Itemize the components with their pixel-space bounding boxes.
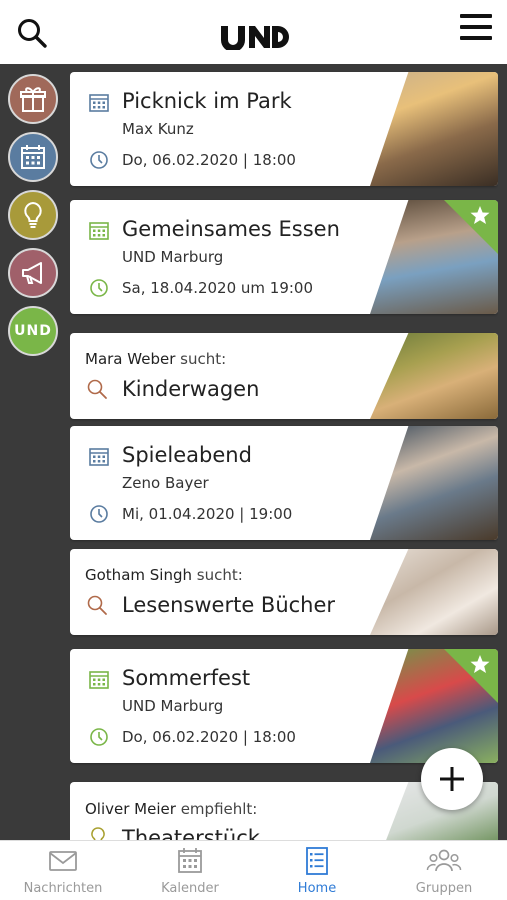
event-datetime: Do, 06.02.2020 | 18:00 <box>122 151 296 169</box>
calendar-icon <box>89 222 109 240</box>
event-datetime: Sa, 18.04.2020 um 19:00 <box>122 279 314 297</box>
event-title: Spieleabend <box>122 443 252 467</box>
rail-calendar-button[interactable] <box>8 132 58 182</box>
rail-und-button[interactable]: UND <box>8 306 58 356</box>
event-title: Picknick im Park <box>122 89 292 113</box>
clock-icon <box>90 279 108 297</box>
und-logo <box>221 26 289 50</box>
lightbulb-icon <box>24 201 42 228</box>
recommend-user: Oliver Meier <box>85 800 176 818</box>
und-logo-label: UND <box>14 323 52 339</box>
event-organizer: UND Marburg <box>122 248 224 266</box>
event-image <box>370 72 498 186</box>
recommend-user-line: Oliver Meier empfiehlt: <box>85 800 257 818</box>
search-title: Kinderwagen <box>122 377 260 401</box>
event-image <box>370 426 498 540</box>
search-card[interactable]: Gotham Singh sucht: Lesenswerte Bücher <box>70 549 498 635</box>
clock-icon <box>90 728 108 746</box>
tab-label: Gruppen <box>415 881 473 896</box>
clock-icon <box>90 505 108 523</box>
search-image <box>370 549 498 635</box>
feed-list: Picknick im Park Max Kunz Do, 06.02.2020… <box>70 64 498 840</box>
megaphone-icon <box>22 262 42 284</box>
hamburger-menu-icon[interactable] <box>460 14 492 42</box>
rail-gift-button[interactable] <box>8 74 58 124</box>
event-card[interactable]: Spieleabend Zeno Bayer Mi, 01.04.2020 | … <box>70 426 498 540</box>
search-verb: sucht: <box>196 566 243 584</box>
search-user: Mara Weber <box>85 350 176 368</box>
app-header <box>0 0 507 64</box>
event-title: Sommerfest <box>122 666 251 690</box>
calendar-icon <box>89 448 109 466</box>
lightbulb-icon <box>91 827 105 840</box>
mail-icon <box>49 851 77 871</box>
bottom-nav: Nachrichten Kalender Home Gruppen <box>0 840 507 900</box>
rail-ideas-button[interactable] <box>8 190 58 240</box>
calendar-icon <box>89 94 109 112</box>
recommend-verb: empfiehlt: <box>180 800 258 818</box>
search-card[interactable]: Mara Weber sucht: Kinderwagen <box>70 333 498 419</box>
event-card[interactable]: Gemeinsames Essen UND Marburg Sa, 18.04.… <box>70 200 498 314</box>
search-user-line: Mara Weber sucht: <box>85 350 226 368</box>
event-card[interactable]: Sommerfest UND Marburg Do, 06.02.2020 | … <box>70 649 498 763</box>
category-rail: UND <box>0 64 66 840</box>
event-organizer: UND Marburg <box>122 697 224 715</box>
tab-nachrichten[interactable]: Nachrichten <box>0 841 126 900</box>
calendar-icon <box>178 848 202 873</box>
plus-icon <box>440 767 464 791</box>
tab-label: Kalender <box>161 881 219 896</box>
event-organizer: Max Kunz <box>122 120 194 138</box>
search-icon <box>87 595 107 615</box>
search-icon <box>87 379 107 399</box>
list-icon <box>306 847 328 875</box>
calendar-icon <box>89 671 109 689</box>
featured-star-icon <box>444 200 498 254</box>
search-title: Lesenswerte Bücher <box>122 593 336 617</box>
event-organizer: Zeno Bayer <box>122 474 209 492</box>
clock-icon <box>90 151 108 169</box>
calendar-icon <box>21 145 45 169</box>
event-title: Gemeinsames Essen <box>122 217 340 241</box>
tab-label: Home <box>297 881 337 896</box>
event-datetime: Do, 06.02.2020 | 18:00 <box>122 728 296 746</box>
event-datetime: Mi, 01.04.2020 | 19:00 <box>122 505 293 523</box>
featured-star-icon <box>444 649 498 703</box>
tab-home[interactable]: Home <box>254 841 380 900</box>
search-icon[interactable] <box>16 17 48 49</box>
rail-announcements-button[interactable] <box>8 248 58 298</box>
group-icon <box>426 849 462 872</box>
search-user-line: Gotham Singh sucht: <box>85 566 243 584</box>
search-verb: sucht: <box>180 350 227 368</box>
event-card[interactable]: Picknick im Park Max Kunz Do, 06.02.2020… <box>70 72 498 186</box>
tab-kalender[interactable]: Kalender <box>127 841 253 900</box>
search-user: Gotham Singh <box>85 566 192 584</box>
gift-icon <box>20 87 46 112</box>
recommend-title: Theaterstück <box>122 826 260 840</box>
tab-gruppen[interactable]: Gruppen <box>381 841 507 900</box>
tab-label: Nachrichten <box>23 881 103 896</box>
add-fab-button[interactable] <box>421 748 483 810</box>
search-image <box>370 333 498 419</box>
